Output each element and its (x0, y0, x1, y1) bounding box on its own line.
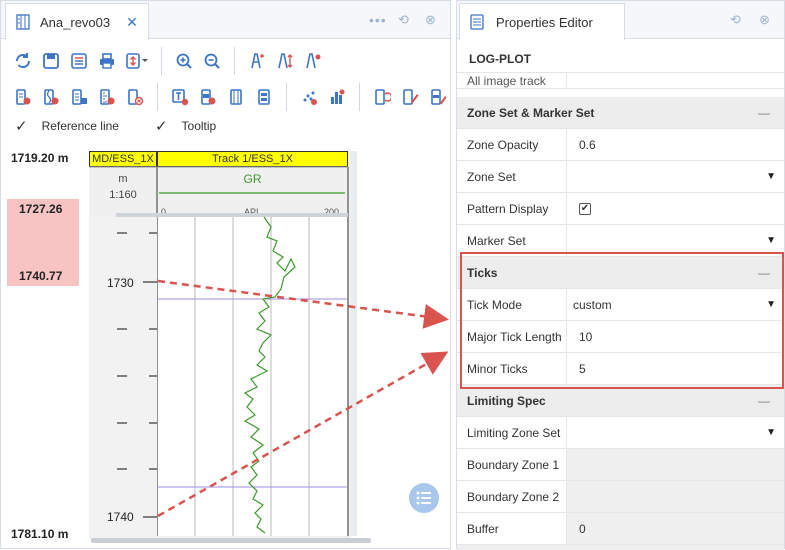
object-title: LOG-PLOT (457, 45, 784, 73)
tick-mode-select[interactable]: custom ▼ (567, 289, 784, 320)
dropdown-arrow-icon[interactable]: ▼ (766, 427, 776, 438)
tick-mode-value: custom (573, 297, 612, 312)
right-tab-bar: Properties Editor ⟲ ⊗ (457, 1, 784, 40)
close-window-icon[interactable]: ⊗ (759, 12, 770, 28)
panel-bottom (457, 545, 784, 550)
minor-ticks-input[interactable]: 5 (567, 353, 784, 384)
major-tick-length-input[interactable]: 10 (567, 321, 784, 352)
boundary-zone-2-row: Boundary Zone 2 (457, 481, 784, 513)
tab-label: Properties Editor (496, 14, 593, 30)
properties-icon (470, 14, 484, 30)
major-tick-length-label: Major Tick Length (457, 321, 567, 352)
pattern-display-cell: ✔ (567, 193, 784, 224)
pattern-display-checkbox[interactable]: ✔ (579, 202, 591, 215)
log-plot-canvas: 0 API 200 1730 1740 (89, 166, 349, 536)
dropdown-arrow-icon[interactable]: ▼ (766, 299, 776, 310)
pattern-display-row: Pattern Display ✔ (457, 193, 784, 225)
zone-opacity-input[interactable]: 0.6 (567, 129, 784, 160)
list-menu-icon (416, 491, 431, 505)
pattern-display-label: Pattern Display (457, 193, 567, 224)
minor-ticks-label: Minor Ticks (457, 353, 567, 384)
major-tick-length-row: Major Tick Length 10 (457, 321, 784, 353)
partial-property-row: All image track (457, 73, 784, 89)
boundary-zone-1-row: Boundary Zone 1 (457, 449, 784, 481)
marker-set-label: Marker Set (457, 225, 567, 256)
tick-mode-row: Tick Mode custom ▼ (457, 289, 784, 321)
limiting-zone-set-row: Limiting Zone Set ▼ (457, 417, 784, 449)
zone-opacity-label: Zone Opacity (457, 129, 567, 160)
boundary-zone-1-input[interactable] (567, 449, 784, 480)
zone-set-label: Zone Set (457, 161, 567, 192)
boundary-zone-2-input[interactable] (567, 481, 784, 512)
dropdown-arrow-icon[interactable]: ▼ (766, 171, 776, 182)
track-list-button[interactable] (409, 483, 439, 513)
section-zone-marker[interactable]: Zone Set & Marker Set — (457, 97, 784, 129)
horizontal-scrollbar[interactable] (91, 538, 371, 543)
property-value (567, 73, 784, 88)
section-limiting-spec[interactable]: Limiting Spec — (457, 385, 784, 417)
buffer-label: Buffer (457, 513, 567, 544)
minor-ticks-row: Minor Ticks 5 (457, 353, 784, 385)
marker-set-select[interactable]: ▼ (567, 225, 784, 256)
collapse-icon[interactable]: — (758, 106, 770, 120)
tab-properties-editor[interactable]: Properties Editor (459, 3, 625, 40)
zone-set-row: Zone Set ▼ (457, 161, 784, 193)
buffer-row: Buffer 0 (457, 513, 784, 545)
log-plot-window: Ana_revo03 ✕ ••• ⟲ ⊗ ✓ Reference line ✓ … (0, 0, 451, 549)
zone-set-select[interactable]: ▼ (567, 161, 784, 192)
section-title: Limiting Spec (467, 393, 546, 408)
restore-icon[interactable]: ⟲ (730, 12, 741, 28)
md-tick-1740: 1740 (107, 510, 134, 524)
property-label: All image track (457, 73, 567, 88)
boundary-zone-2-label: Boundary Zone 2 (457, 481, 567, 512)
marker-set-row: Marker Set ▼ (457, 225, 784, 257)
collapse-icon[interactable]: — (758, 266, 770, 280)
section-title: Ticks (467, 265, 498, 280)
vertical-scrollbar[interactable] (351, 151, 357, 536)
limiting-zone-set-label: Limiting Zone Set (457, 417, 567, 448)
buffer-input[interactable]: 0 (567, 513, 784, 544)
boundary-zone-1-label: Boundary Zone 1 (457, 449, 567, 480)
tick-mode-label: Tick Mode (457, 289, 567, 320)
dropdown-arrow-icon[interactable]: ▼ (766, 235, 776, 246)
md-tick-1730: 1730 (107, 276, 134, 290)
properties-editor-panel: Properties Editor ⟲ ⊗ LOG-PLOT All image… (456, 0, 785, 550)
section-ticks[interactable]: Ticks — (457, 257, 784, 289)
collapse-icon[interactable]: — (758, 394, 770, 408)
zone-opacity-row: Zone Opacity 0.6 (457, 129, 784, 161)
limiting-zone-set-select[interactable]: ▼ (567, 417, 784, 448)
section-title: Zone Set & Marker Set (467, 105, 595, 120)
